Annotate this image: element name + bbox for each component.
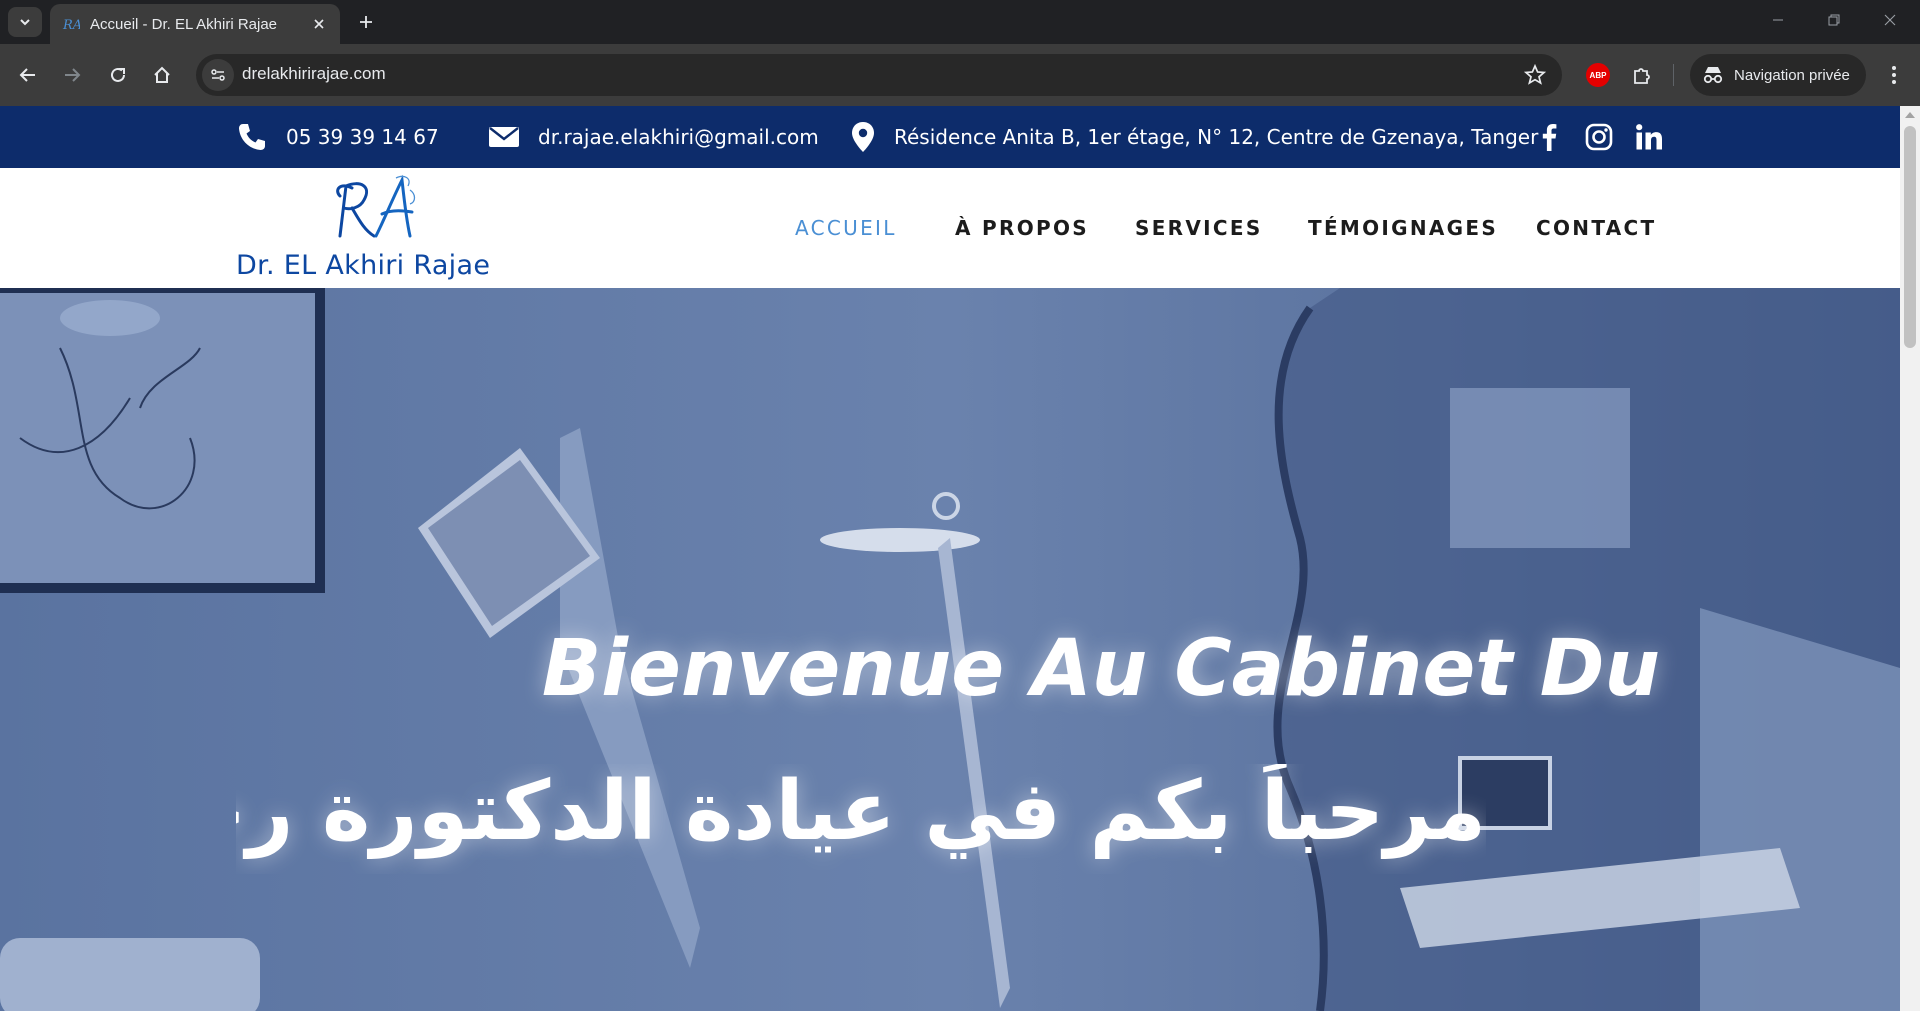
nav-a-propos[interactable]: À PROPOS bbox=[955, 216, 1089, 240]
email-address: dr.rajae.elakhiri@gmail.com bbox=[538, 125, 819, 149]
page-viewport: 05 39 39 14 67 dr.rajae.elakhiri@gmail.c… bbox=[0, 106, 1900, 1011]
browser-tabstrip: RA Accueil - Dr. EL Akhiri Rajae bbox=[0, 0, 1920, 44]
hero-title-fr: Bienvenue Au Cabinet Du bbox=[541, 624, 1660, 714]
hero-banner: Bienvenue Au Cabinet Du مرحباً بكم في عي… bbox=[0, 288, 1900, 1011]
tab-search-button[interactable] bbox=[8, 7, 42, 37]
address-contact[interactable]: Résidence Anita B, 1er étage, N° 12, Cen… bbox=[850, 106, 1538, 168]
nav-contact[interactable]: CONTACT bbox=[1536, 216, 1656, 240]
tune-icon bbox=[211, 69, 225, 81]
svg-text:RA: RA bbox=[62, 18, 80, 33]
phone-number: 05 39 39 14 67 bbox=[286, 125, 439, 149]
plus-icon bbox=[360, 16, 372, 28]
facebook-icon bbox=[1542, 124, 1557, 151]
tab-title: Accueil - Dr. EL Akhiri Rajae bbox=[90, 15, 278, 33]
page-scrollbar[interactable] bbox=[1900, 106, 1920, 1011]
nav-accueil[interactable]: ACCUEIL bbox=[795, 216, 897, 240]
phone-icon bbox=[239, 124, 265, 150]
browser-toolbar: drelakhirirajae.com ABP Navigation privé… bbox=[0, 44, 1920, 106]
linkedin-icon bbox=[1636, 124, 1662, 150]
reload-button[interactable] bbox=[102, 59, 134, 91]
forward-button[interactable] bbox=[56, 59, 88, 91]
restore-icon bbox=[1828, 14, 1840, 26]
incognito-indicator[interactable]: Navigation privée bbox=[1690, 54, 1866, 96]
email-contact[interactable]: dr.rajae.elakhiri@gmail.com bbox=[488, 106, 819, 168]
close-window-button[interactable] bbox=[1862, 0, 1918, 40]
instagram-icon bbox=[1585, 123, 1613, 151]
incognito-label: Navigation privée bbox=[1734, 66, 1850, 84]
phone-contact[interactable]: 05 39 39 14 67 bbox=[236, 106, 439, 168]
reload-icon bbox=[111, 67, 125, 82]
home-button[interactable] bbox=[146, 59, 178, 91]
extensions-puzzle-icon[interactable] bbox=[1628, 61, 1656, 89]
incognito-icon bbox=[1703, 67, 1723, 84]
url-text[interactable]: drelakhirirajae.com bbox=[242, 64, 386, 84]
contact-topbar: 05 39 39 14 67 dr.rajae.elakhiri@gmail.c… bbox=[0, 106, 1900, 168]
facebook-link[interactable] bbox=[1532, 120, 1566, 154]
back-button[interactable] bbox=[12, 59, 44, 91]
site-info-button[interactable] bbox=[202, 59, 234, 91]
chevron-down-icon bbox=[20, 19, 30, 26]
scroll-up-arrow-icon[interactable] bbox=[1905, 112, 1915, 118]
instagram-link[interactable] bbox=[1582, 120, 1616, 154]
address-bar[interactable]: drelakhirirajae.com bbox=[196, 54, 1562, 96]
tab-close-icon[interactable] bbox=[308, 13, 330, 35]
hero-title-ar: مرحباً بكم في عيادة الدكتورة رجاء bbox=[236, 764, 1486, 859]
close-icon bbox=[1884, 14, 1896, 26]
envelope-icon bbox=[489, 127, 519, 147]
arrow-left-icon bbox=[19, 68, 35, 82]
minimize-icon bbox=[1773, 19, 1783, 21]
nav-temoignages[interactable]: TÉMOIGNAGES bbox=[1308, 216, 1498, 240]
address-text: Résidence Anita B, 1er étage, N° 12, Cen… bbox=[894, 125, 1539, 149]
site-header: RA Dr. EL Akhiri Rajae ACCUEIL À PROPOS … bbox=[0, 168, 1900, 288]
arrow-right-icon bbox=[65, 68, 81, 82]
adblock-plus-icon[interactable]: ABP bbox=[1586, 63, 1610, 87]
nav-services[interactable]: SERVICES bbox=[1135, 216, 1263, 240]
toolbar-divider bbox=[1673, 64, 1674, 86]
linkedin-link[interactable] bbox=[1632, 120, 1666, 154]
bookmark-star-icon[interactable] bbox=[1523, 63, 1547, 91]
restore-window-button[interactable] bbox=[1806, 0, 1862, 40]
site-favicon-icon: RA bbox=[62, 15, 80, 33]
scrollbar-thumb[interactable] bbox=[1904, 126, 1916, 348]
map-pin-icon bbox=[852, 122, 874, 152]
home-icon bbox=[154, 66, 170, 83]
more-vertical-icon bbox=[1892, 66, 1896, 84]
minimize-window-button[interactable] bbox=[1750, 0, 1806, 40]
browser-tab-active[interactable]: RA Accueil - Dr. EL Akhiri Rajae bbox=[50, 4, 340, 44]
main-navigation: ACCUEIL À PROPOS SERVICES TÉMOIGNAGES CO… bbox=[0, 168, 1900, 288]
new-tab-button[interactable] bbox=[352, 8, 380, 36]
browser-menu-button[interactable] bbox=[1880, 61, 1908, 89]
